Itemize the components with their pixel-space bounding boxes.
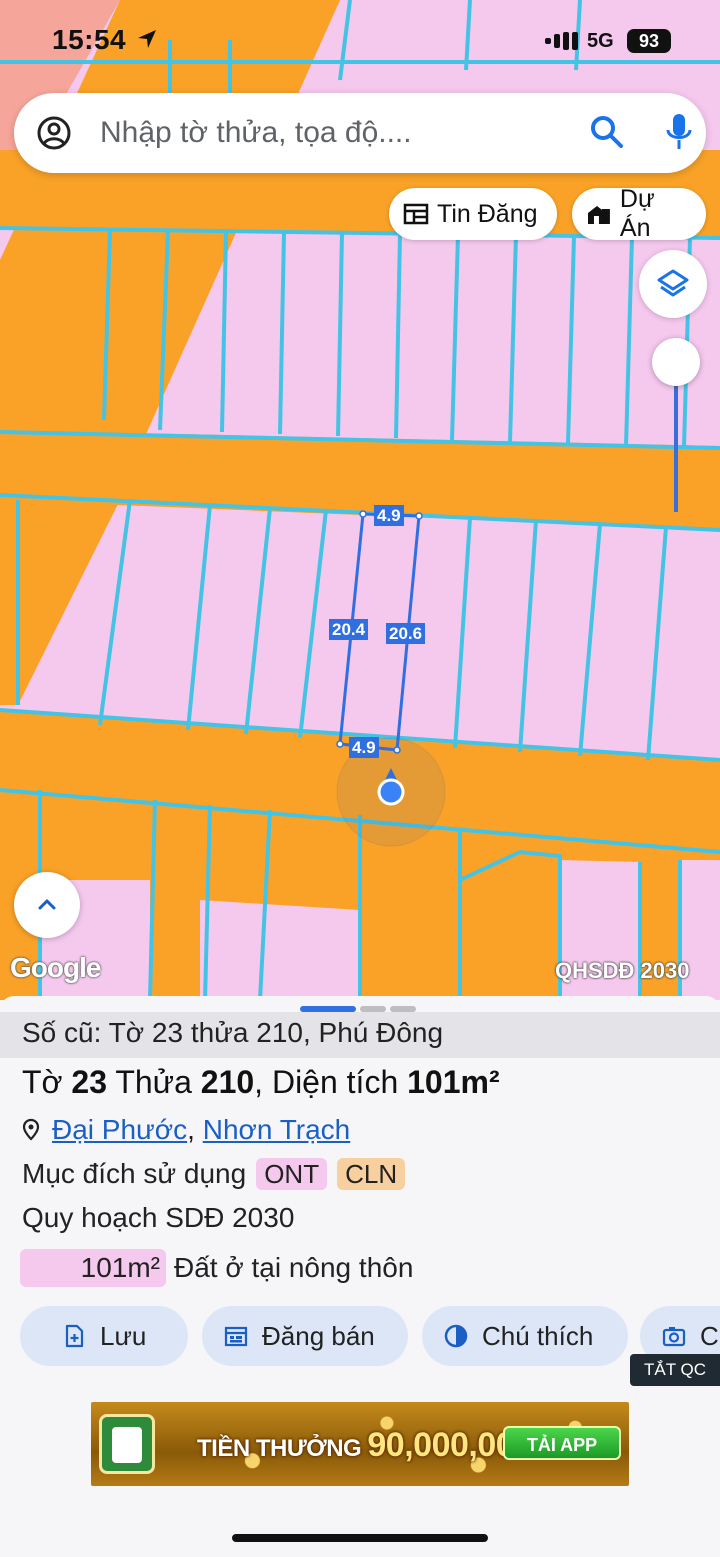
parcel-title: Tờ 23 Thửa 210, Diện tích 101m² xyxy=(22,1064,500,1101)
ad-download-button[interactable]: TẢI APP xyxy=(503,1426,621,1460)
post-sale-label: Đăng bán xyxy=(262,1320,375,1351)
battery-icon: 93 xyxy=(627,29,671,53)
sheet-number: 23 xyxy=(71,1064,108,1100)
status-time: 15:54 xyxy=(52,24,127,55)
calendar-icon xyxy=(224,1326,248,1347)
legend-label: Chú thích xyxy=(482,1320,594,1351)
purpose-tag-ont: ONT xyxy=(256,1158,328,1190)
add-file-icon xyxy=(65,1324,84,1348)
district-link[interactable]: Nhơn Trạch xyxy=(203,1114,351,1146)
dimension-left: 20.4 xyxy=(329,619,369,640)
sheet-label: Tờ xyxy=(22,1064,63,1100)
listing-icon xyxy=(403,203,429,225)
ad-line1: TIỀN THƯỞNG xyxy=(197,1435,362,1462)
ward-link[interactable]: Đại Phước xyxy=(52,1114,187,1146)
network-type: 5G xyxy=(587,30,614,52)
dimension-right: 20.6 xyxy=(386,623,426,644)
signal-icon xyxy=(545,32,578,50)
mahjong-icon xyxy=(99,1414,155,1474)
layers-icon xyxy=(657,269,689,297)
old-reference: Số cũ: Tờ 23 thửa 210, Phú Đông xyxy=(0,1012,720,1058)
save-label: Lưu xyxy=(100,1320,147,1351)
purpose-label: Mục đích sử dụng xyxy=(22,1158,247,1189)
du-an-button[interactable]: Dự Án xyxy=(572,185,706,242)
camera-label: C xyxy=(700,1320,719,1351)
location-row: Đại Phước, Nhơn Trạch xyxy=(22,1114,350,1146)
action-bar: Lưu Đăng bán Chú thích C xyxy=(20,1306,720,1368)
layers-button[interactable] xyxy=(639,250,707,318)
map-layer-label: QHSDĐ 2030 xyxy=(555,958,690,983)
legend-swatch: 101m² xyxy=(20,1249,166,1287)
du-an-label: Dự Án xyxy=(619,185,655,242)
account-icon[interactable] xyxy=(36,115,72,151)
save-button[interactable]: Lưu xyxy=(20,1306,188,1366)
area-label: , Diện tích xyxy=(254,1064,399,1100)
location-pin-icon xyxy=(22,1118,40,1141)
dimension-bottom: 4.9 xyxy=(349,737,379,758)
parcel-number: 210 xyxy=(200,1064,255,1100)
location-separator: , xyxy=(187,1114,195,1145)
chevron-up-icon xyxy=(38,899,56,910)
legend-description: Đất ở tại nông thôn xyxy=(174,1252,414,1283)
post-sale-button[interactable]: Đăng bán xyxy=(202,1306,408,1366)
home-indicator[interactable] xyxy=(232,1534,488,1542)
my-location-dot xyxy=(377,778,405,806)
search-input[interactable] xyxy=(100,111,580,155)
tin-dang-label: Tin Đăng xyxy=(437,199,538,228)
google-attribution: Google xyxy=(10,952,101,983)
microphone-icon[interactable] xyxy=(664,112,694,152)
status-bar: 15:54 5G 93 xyxy=(0,0,720,80)
ad-banner[interactable]: TIỀN THƯỞNG 90,000,000Đ TẢI APP xyxy=(91,1402,629,1486)
opacity-slider-handle[interactable] xyxy=(652,338,700,386)
legend-button[interactable]: Chú thích xyxy=(422,1306,628,1366)
dimension-top: 4.9 xyxy=(374,505,404,526)
purpose-tag-cln: CLN xyxy=(337,1158,406,1190)
land-purpose-row: Mục đích sử dụng ONT CLN xyxy=(22,1158,406,1190)
location-arrow-icon xyxy=(138,30,156,48)
search-bar[interactable] xyxy=(14,93,706,173)
tin-dang-button[interactable]: Tin Đăng xyxy=(389,188,557,240)
building-icon xyxy=(587,206,610,224)
expand-button[interactable] xyxy=(14,872,80,938)
contrast-icon xyxy=(444,1324,468,1348)
camera-icon xyxy=(662,1327,686,1347)
parcel-label: Thửa xyxy=(115,1064,192,1100)
close-ad-button[interactable]: TẮT QC xyxy=(630,1354,720,1386)
parcel-info-sheet[interactable]: Số cũ: Tờ 23 thửa 210, Phú Đông Tờ 23 Th… xyxy=(0,996,720,1557)
plan-label: Quy hoạch SDĐ 2030 xyxy=(22,1202,295,1233)
search-icon[interactable] xyxy=(590,115,624,149)
area-value: 101m² xyxy=(407,1064,500,1100)
plan-legend-row: 101m² Đất ở tại nông thôn xyxy=(20,1249,413,1287)
